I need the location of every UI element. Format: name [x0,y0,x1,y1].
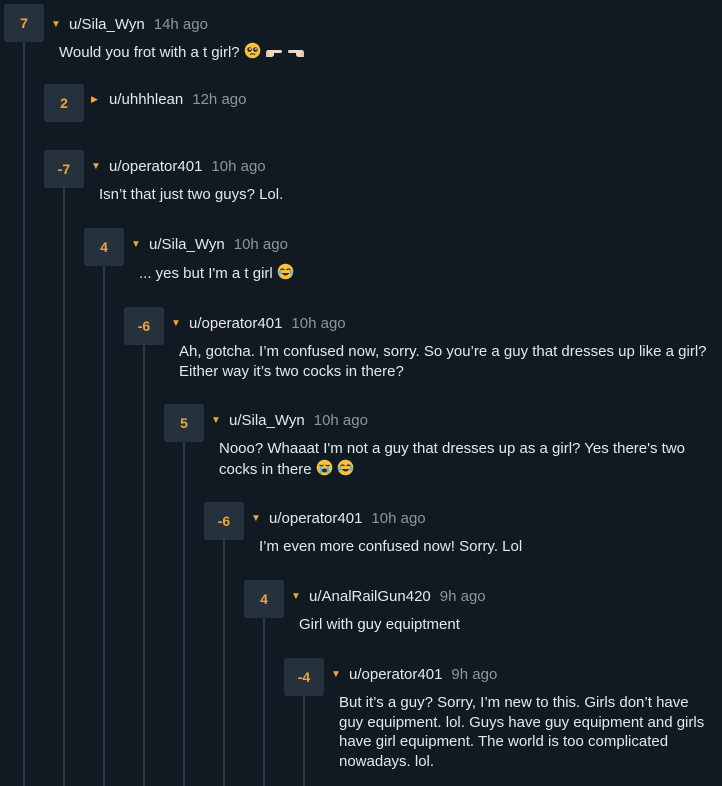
joy-icon [337,459,354,482]
point-left-icon [287,45,305,65]
thread-line[interactable] [23,42,25,786]
comment-header: ▼ u/Sila_Wyn 10h ago [211,410,368,430]
joy-icon [277,263,294,286]
point-right-icon [265,45,283,65]
timestamp: 10h ago [233,235,288,253]
comment-text: Would you frot with a t girl? [59,44,240,61]
comment-text: Nooo? Whaaat I'm not a guy that dresses … [219,440,685,478]
comment-text: But it’s a guy? Sorry, I’m new to this. … [339,694,705,770]
username[interactable]: u/operator401 [269,510,362,527]
comment-header: ▼ u/AnalRailGun420 9h ago [291,586,486,606]
comment-body: But it’s a guy? Sorry, I’m new to this. … [339,693,714,771]
comment-header: ▼ u/operator401 10h ago [91,156,266,176]
comment-text: Isn’t that just two guys? Lol. [99,186,284,203]
timestamp: 14h ago [153,15,208,33]
username[interactable]: u/uhhhlean [109,91,183,108]
comment-header: ▼ u/operator401 9h ago [331,664,497,684]
sob-icon [316,459,333,482]
comment-body: Girl with guy equiptment [299,615,714,635]
username[interactable]: u/AnalRailGun420 [309,588,431,605]
score-badge[interactable]: 2 [44,84,84,122]
comment: 4 ▼ u/AnalRailGun420 9h ago Girl with gu… [244,580,722,640]
thread-line[interactable] [143,345,145,786]
comment-body: Nooo? Whaaat I'm not a guy that dresses … [219,439,714,481]
comment: 4 ▼ u/Sila_Wyn 10h ago ... yes but I'm a… [84,228,722,288]
collapse-caret-icon[interactable]: ▼ [291,591,305,602]
score-badge[interactable]: -6 [204,502,244,540]
comment-header: ▼ u/operator401 10h ago [171,313,346,333]
score-badge[interactable]: 4 [244,580,284,618]
expand-caret-icon[interactable]: ▶ [91,94,105,105]
comment-text: I’m even more confused now! Sorry. Lol [259,538,523,555]
username[interactable]: u/operator401 [109,158,202,175]
comment-body: Would you frot with a t girl? [59,42,714,65]
timestamp: 12h ago [192,90,247,108]
collapse-caret-icon[interactable]: ▼ [251,513,265,524]
thread-line[interactable] [63,188,65,786]
collapse-caret-icon[interactable]: ▼ [171,318,185,329]
comment-body: Isn’t that just two guys? Lol. [99,185,714,205]
comment-header: ▼ u/Sila_Wyn 10h ago [131,234,288,254]
comment-text: Ah, gotcha. I’m confused now, sorry. So … [179,343,707,380]
comment: 5 ▼ u/Sila_Wyn 10h ago Nooo? Whaaat I'm … [164,404,722,484]
score-badge[interactable]: -6 [124,307,164,345]
comment-header: ▶ u/uhhhlean 12h ago [91,89,246,109]
comment-header: ▼ u/Sila_Wyn 14h ago [51,14,208,34]
timestamp: 10h ago [313,411,368,429]
pleading-face-icon [244,42,261,65]
score-badge[interactable]: -4 [284,658,324,696]
thread-line[interactable] [103,266,105,786]
score-badge[interactable]: 7 [4,4,44,42]
score-badge[interactable]: 4 [84,228,124,266]
thread-line[interactable] [263,618,265,786]
comment-text: ... yes but I'm a t girl [139,265,273,282]
comment-body: I’m even more confused now! Sorry. Lol [259,537,714,557]
comment-body: Ah, gotcha. I’m confused now, sorry. So … [179,342,714,381]
username[interactable]: u/Sila_Wyn [149,236,225,253]
username[interactable]: u/operator401 [189,315,282,332]
comment: -6 ▼ u/operator401 10h ago Ah, gotcha. I… [124,307,722,387]
collapse-caret-icon[interactable]: ▼ [91,161,105,172]
collapse-caret-icon[interactable]: ▼ [131,239,145,250]
collapse-caret-icon[interactable]: ▼ [331,669,345,680]
comment: -7 ▼ u/operator401 10h ago Isn’t that ju… [44,150,722,210]
comment-header: ▼ u/operator401 10h ago [251,508,426,528]
comment: -4 ▼ u/operator401 9h ago But it’s a guy… [284,658,722,786]
collapse-caret-icon[interactable]: ▼ [211,415,225,426]
timestamp: 9h ago [439,587,486,605]
username[interactable]: u/Sila_Wyn [229,412,305,429]
comment: -6 ▼ u/operator401 10h ago I’m even more… [204,502,722,562]
timestamp: 9h ago [451,665,498,683]
comment: 2 ▶ u/uhhhlean 12h ago [44,84,722,122]
thread-line[interactable] [183,442,185,786]
score-badge[interactable]: -7 [44,150,84,188]
comment-text: Girl with guy equiptment [299,616,460,633]
score-badge[interactable]: 5 [164,404,204,442]
timestamp: 10h ago [291,314,346,332]
collapse-caret-icon[interactable]: ▼ [51,19,65,30]
comment-body: ... yes but I'm a t girl [139,263,714,286]
username[interactable]: u/Sila_Wyn [69,16,145,33]
comment: 7 ▼ u/Sila_Wyn 14h ago Would you frot wi… [4,4,722,64]
username[interactable]: u/operator401 [349,666,442,683]
thread-line[interactable] [223,540,225,786]
timestamp: 10h ago [211,157,266,175]
timestamp: 10h ago [371,509,426,527]
